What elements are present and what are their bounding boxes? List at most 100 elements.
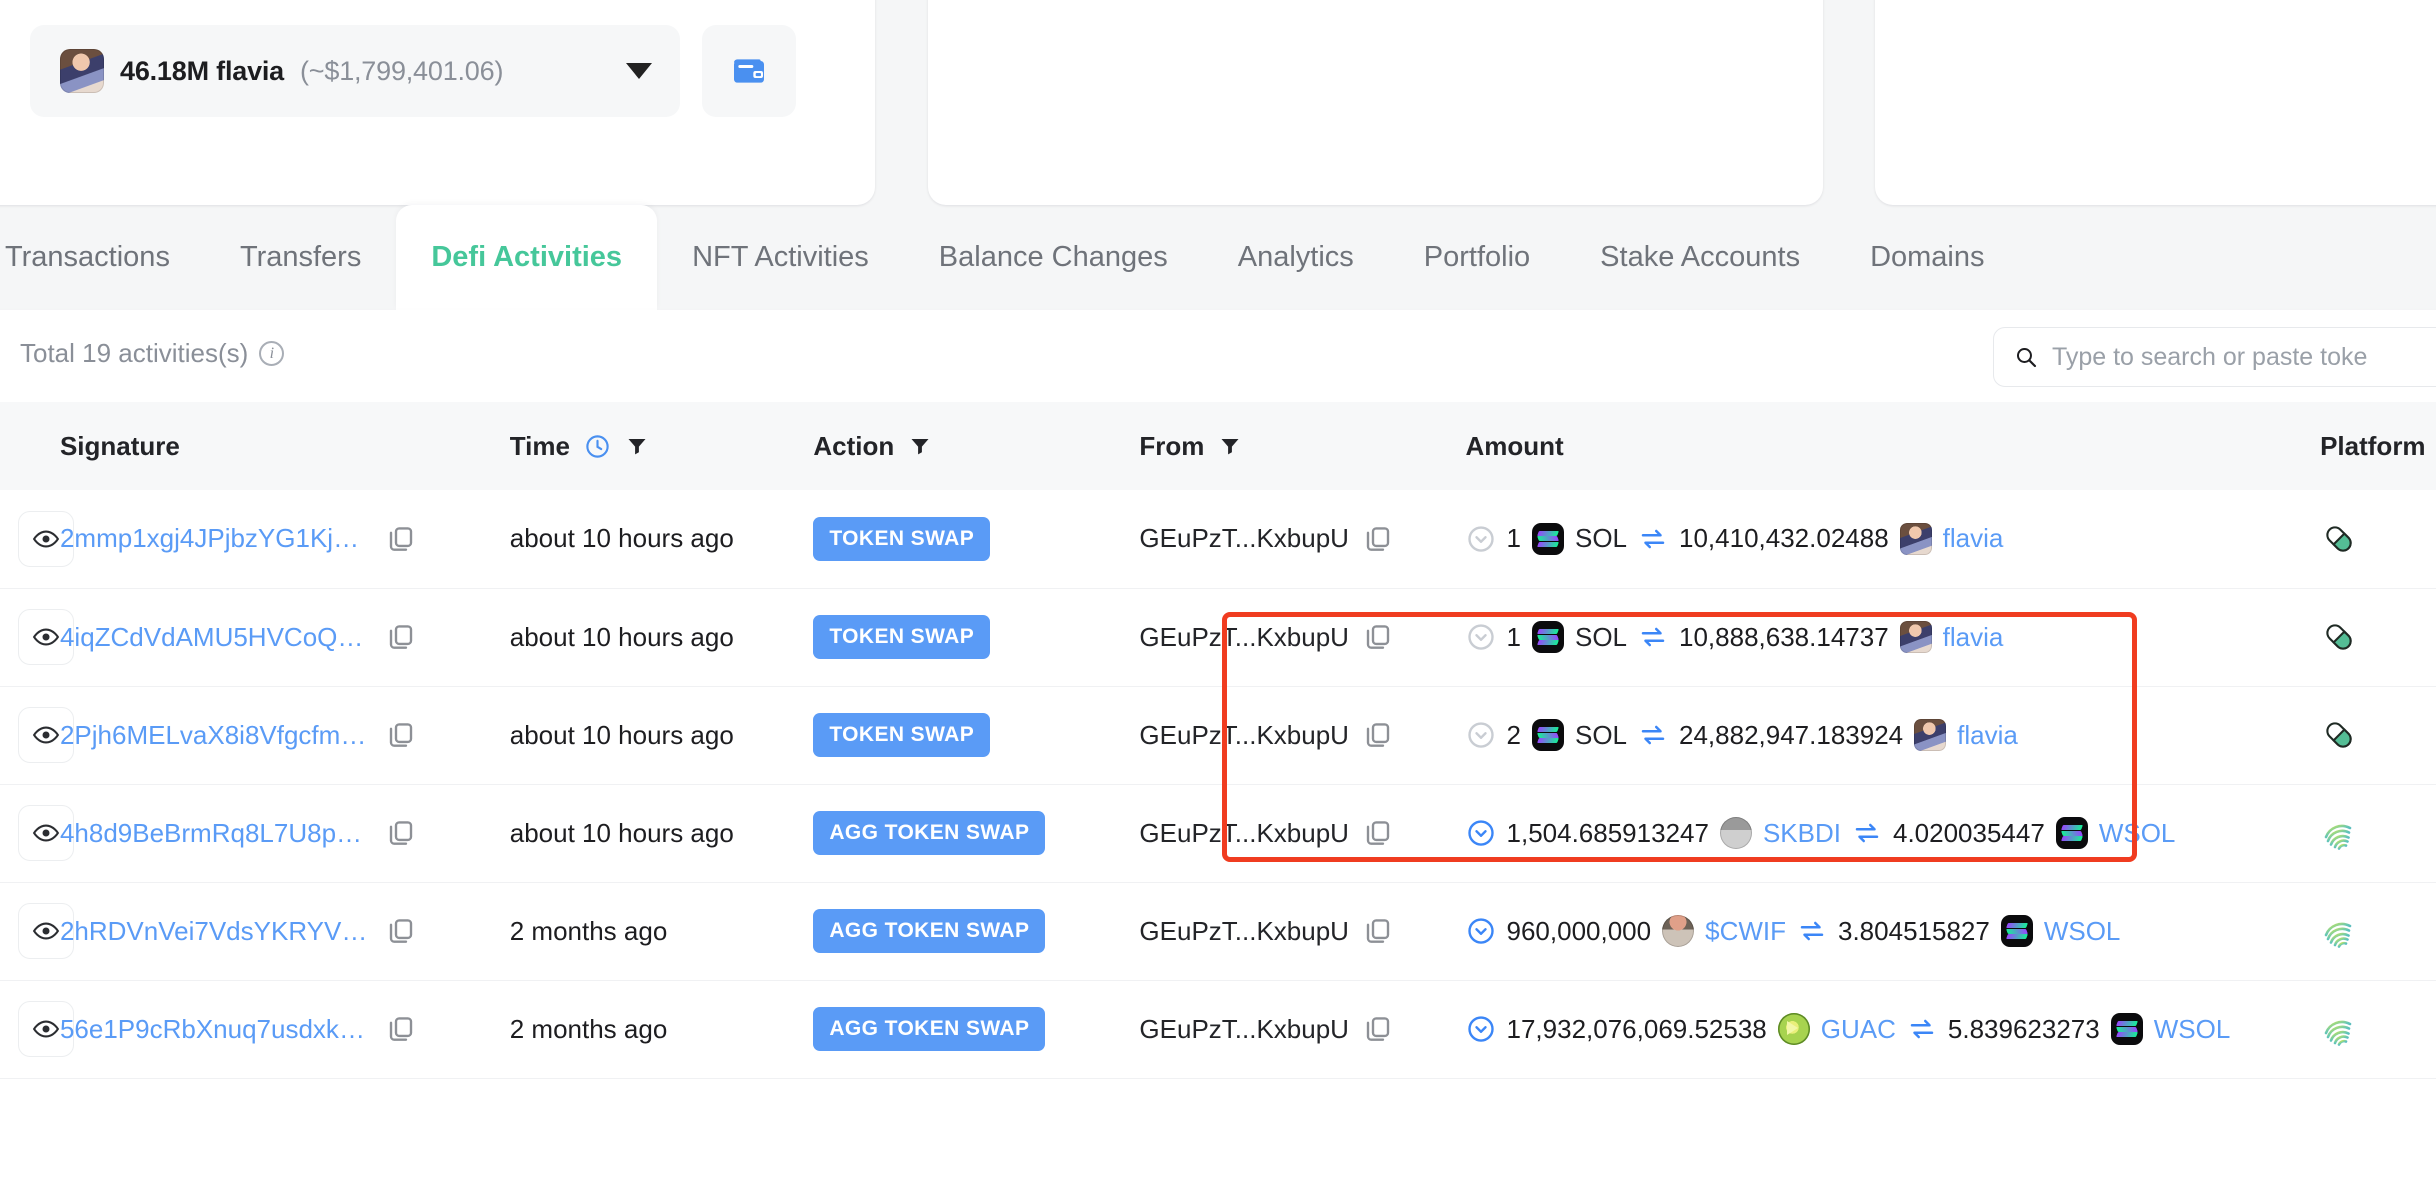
copy-icon[interactable] [1363, 720, 1393, 750]
expand-chevron-icon[interactable] [1466, 916, 1496, 946]
column-header-platform: Platform [2320, 402, 2436, 490]
jupiter-icon[interactable] [2320, 911, 2360, 951]
column-header-signature: Signature [60, 402, 510, 490]
amount-from-token[interactable]: $CWIF [1705, 916, 1786, 947]
copy-icon[interactable] [1363, 916, 1393, 946]
wallet-button[interactable] [702, 25, 796, 117]
tab-domains[interactable]: Domains [1835, 205, 2019, 310]
tab-label: Balance Changes [938, 241, 1168, 273]
wallet-amount-label: 46.18M flavia [120, 55, 285, 86]
amount-from-value: 1,504.685913247 [1506, 817, 1709, 848]
row-eye-cell [0, 980, 74, 1078]
swap-arrows-icon [1910, 1019, 1934, 1039]
copy-icon[interactable] [1363, 622, 1393, 652]
expand-chevron-icon[interactable] [1466, 720, 1496, 750]
signature-link[interactable]: 56e1P9cRbXnuq7usdxk9qJS4zwq... [60, 1014, 370, 1045]
wallet-token-selector[interactable]: 46.18M flavia (~$1,799,401.06) [30, 25, 680, 117]
action-badge[interactable]: AGG TOKEN SWAP [813, 811, 1046, 855]
filter-icon[interactable] [1218, 434, 1242, 458]
expand-chevron-icon[interactable] [1466, 524, 1496, 554]
signature-link[interactable]: 2hRDVnVei7VdsYKRYVZAHM9V4C... [60, 916, 370, 947]
amount-to-token[interactable]: flavia [1943, 523, 2004, 554]
action-badge[interactable]: AGG TOKEN SWAP [813, 909, 1046, 953]
copy-icon[interactable] [1363, 524, 1393, 554]
user-avatar [60, 49, 104, 93]
row-eye-cell [0, 686, 74, 784]
amount-from-token[interactable]: GUAC [1821, 1014, 1896, 1045]
tab-stake-accounts[interactable]: Stake Accounts [1565, 205, 1835, 310]
tab-balance-changes[interactable]: Balance Changes [904, 205, 1203, 310]
amount-to-token[interactable]: WSOL [2044, 916, 2121, 947]
row-platform-cell [2320, 588, 2436, 686]
table-row[interactable]: 4h8d9BeBrmRq8L7U8pZHNyn7Cco... about 10 … [0, 784, 2436, 882]
amount-to-value: 4.020035447 [1892, 817, 2045, 848]
table-row[interactable]: 2Pjh6MELvaX8i8Vfgcfm6gXYsyhD... about 10… [0, 686, 2436, 784]
amount-to-token[interactable]: flavia [1957, 720, 2018, 751]
column-header-time: Time [510, 402, 814, 490]
total-count-label: Total 19 activities(s) [20, 338, 249, 368]
signature-link[interactable]: 4iqZCdVdAMU5HVCoQ5NMdv7jzx... [60, 622, 370, 653]
table-row[interactable]: 2mmp1xgj4JPjbzYG1KjhXHAauUkv... about 10… [0, 490, 2436, 588]
table-row[interactable]: 2hRDVnVei7VdsYKRYVZAHM9V4C... 2 months a… [0, 882, 2436, 980]
action-badge[interactable]: TOKEN SWAP [813, 713, 991, 757]
tab-transfers[interactable]: Transfers [205, 205, 396, 310]
copy-icon[interactable] [386, 1014, 416, 1044]
tab-defi-activities[interactable]: Defi Activities [396, 205, 658, 310]
table-row[interactable]: 56e1P9cRbXnuq7usdxk9qJS4zwq... 2 months … [0, 980, 2436, 1078]
expand-chevron-icon[interactable] [1466, 818, 1496, 848]
amount-to-token[interactable]: WSOL [2154, 1014, 2231, 1045]
summary-cards-row: 46.18M flavia (~$1,799,401.06) Stake 0 S… [0, 0, 2436, 205]
amount-from-token[interactable]: SKBDI [1763, 818, 1841, 849]
row-time-cell: 2 months ago [510, 980, 814, 1078]
table-body: 2mmp1xgj4JPjbzYG1KjhXHAauUkv... about 10… [0, 490, 2436, 1078]
row-amount-cell: 17,932,076,069.52538 GUAC 5.839623273 WS… [1466, 980, 2321, 1078]
filter-icon[interactable] [625, 434, 649, 458]
eye-icon [32, 628, 60, 646]
filter-icon[interactable] [908, 434, 932, 458]
copy-icon[interactable] [386, 524, 416, 554]
tab-nft-activities[interactable]: NFT Activities [657, 205, 904, 310]
flavia-token-icon [1899, 522, 1932, 555]
signature-link[interactable]: 4h8d9BeBrmRq8L7U8pZHNyn7Cco... [60, 818, 370, 849]
search-box[interactable] [1993, 327, 2436, 387]
time-label: about 10 hours ago [509, 621, 734, 652]
signature-link[interactable]: 2mmp1xgj4JPjbzYG1KjhXHAauUkv... [60, 523, 370, 554]
action-badge[interactable]: TOKEN SWAP [813, 615, 991, 659]
jupiter-icon[interactable] [2320, 1009, 2360, 1049]
row-amount-cell: 1 SOL 10,410,432.02488 flavia [1466, 490, 2321, 588]
action-badge[interactable]: TOKEN SWAP [813, 516, 991, 561]
signature-link[interactable]: 2Pjh6MELvaX8i8Vfgcfm6gXYsyhD... [60, 720, 370, 751]
info-icon[interactable]: i [259, 341, 285, 366]
chevron-down-icon[interactable] [626, 63, 652, 79]
table-row[interactable]: 4iqZCdVdAMU5HVCoQ5NMdv7jzx... about 10 h… [0, 588, 2436, 686]
tab-transactions[interactable]: Transactions [0, 205, 205, 310]
defi-activities-table: Signature Time Action From Amount Platfo… [0, 402, 2436, 1079]
tab-analytics[interactable]: Analytics [1203, 205, 1389, 310]
tab-portfolio[interactable]: Portfolio [1389, 205, 1565, 310]
copy-icon[interactable] [386, 916, 416, 946]
pumpfun-icon[interactable] [2320, 520, 2358, 558]
copy-icon[interactable] [1363, 1014, 1393, 1044]
expand-chevron-icon[interactable] [1466, 1014, 1496, 1044]
eye-icon [32, 726, 60, 744]
amount-to-value: 24,882,947.183924 [1679, 719, 1904, 750]
expand-chevron-icon[interactable] [1466, 622, 1496, 652]
amount-to-token[interactable]: WSOL [2099, 818, 2176, 849]
clock-icon[interactable] [584, 433, 611, 460]
wallet-usd-label: (~$1,799,401.06) [300, 55, 504, 86]
pumpfun-icon[interactable] [2320, 716, 2358, 754]
copy-icon[interactable] [386, 818, 416, 848]
row-from-cell: GEuPzT...KxbupU [1139, 588, 1465, 686]
copy-icon[interactable] [386, 622, 416, 652]
solana-token-icon [1531, 621, 1564, 653]
from-address: GEuPzT...KxbupU [1139, 719, 1349, 750]
swap-arrows-icon [1855, 823, 1879, 843]
search-input[interactable] [2051, 342, 2436, 372]
copy-icon[interactable] [386, 720, 416, 750]
copy-icon[interactable] [1363, 818, 1393, 848]
row-amount-cell: 960,000,000 $CWIF 3.804515827 WSOL [1466, 882, 2321, 980]
jupiter-icon[interactable] [2320, 813, 2360, 853]
action-badge[interactable]: AGG TOKEN SWAP [813, 1007, 1046, 1051]
amount-to-token[interactable]: flavia [1943, 622, 2004, 653]
pumpfun-icon[interactable] [2320, 618, 2358, 656]
